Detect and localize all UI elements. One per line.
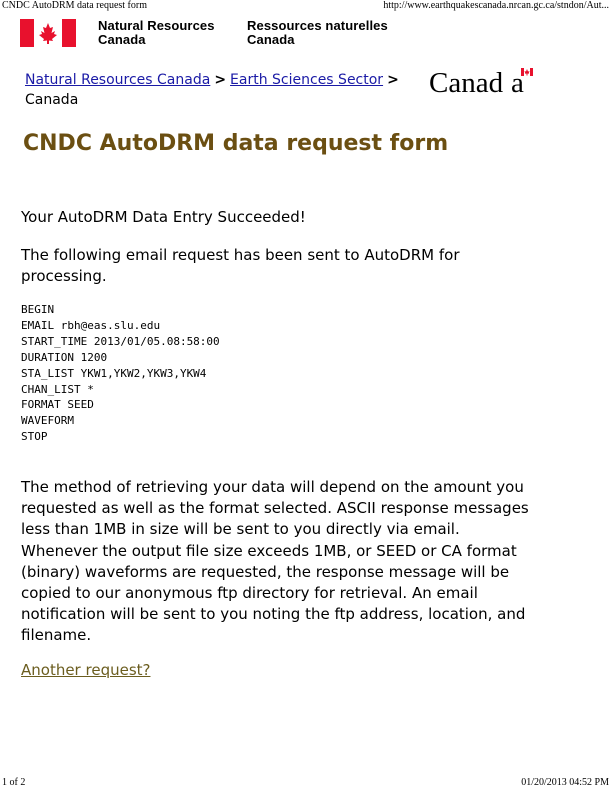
department-name-french-line1: Ressources naturelles — [247, 18, 388, 33]
department-name-french-line2: Canada — [247, 32, 295, 47]
request-block: BEGIN EMAIL rbh@eas.slu.edu START_TIME 2… — [21, 302, 220, 445]
canada-wordmark-logo: Canad a — [429, 67, 533, 96]
print-header-title: CNDC AutoDRM data request form — [2, 0, 147, 11]
svg-text:Canad: Canad — [429, 67, 504, 96]
success-message: Your AutoDRM Data Entry Succeeded! — [21, 208, 306, 226]
print-header: CNDC AutoDRM data request form http://ww… — [0, 0, 611, 12]
print-header-url: http://www.earthquakescanada.nrcan.gc.ca… — [383, 0, 609, 11]
canada-flag-icon — [20, 19, 76, 47]
department-name-french: Ressources naturelles Canada — [247, 19, 388, 47]
print-footer: 1 of 2 01/20/2013 04:52 PM — [0, 777, 611, 789]
request-line: START_TIME 2013/01/05.08:58:00 — [21, 334, 220, 348]
request-line: EMAIL rbh@eas.slu.edu — [21, 318, 161, 332]
request-line: CHAN_LIST * — [21, 382, 94, 396]
department-name-english-line1: Natural Resources — [98, 18, 215, 33]
print-footer-page: 1 of 2 — [2, 777, 26, 788]
page-title: CNDC AutoDRM data request form — [23, 131, 449, 156]
request-line: BEGIN — [21, 303, 55, 316]
federal-identity-banner: Natural Resources Canada Ressources natu… — [20, 19, 440, 47]
breadcrumb-separator: > — [387, 72, 399, 88]
breadcrumb-link-nrcan[interactable]: Natural Resources Canada — [25, 72, 210, 88]
request-line: STOP — [21, 430, 48, 444]
request-line: WAVEFORM — [21, 414, 74, 428]
breadcrumb-link-ess[interactable]: Earth Sciences Sector — [230, 72, 383, 88]
method-paragraph: The method of retrieving your data will … — [21, 478, 529, 645]
department-name-english-line2: Canada — [98, 32, 146, 47]
breadcrumb: Natural Resources Canada > Earth Sciences … — [25, 70, 430, 110]
another-request-link[interactable]: Another request? — [21, 660, 150, 680]
request-line: DURATION 1200 — [21, 350, 108, 364]
request-line: STA_LIST YKW1,YKW2,YKW3,YKW4 — [21, 366, 207, 380]
print-footer-datetime: 01/20/2013 04:52 PM — [521, 777, 609, 788]
breadcrumb-separator: > — [214, 72, 227, 88]
department-name-english: Natural Resources Canada — [98, 19, 215, 47]
sent-message: The following email request has been sen… — [21, 246, 460, 285]
request-line: FORMAT SEED — [21, 398, 94, 412]
breadcrumb-current: Canada — [25, 92, 79, 108]
